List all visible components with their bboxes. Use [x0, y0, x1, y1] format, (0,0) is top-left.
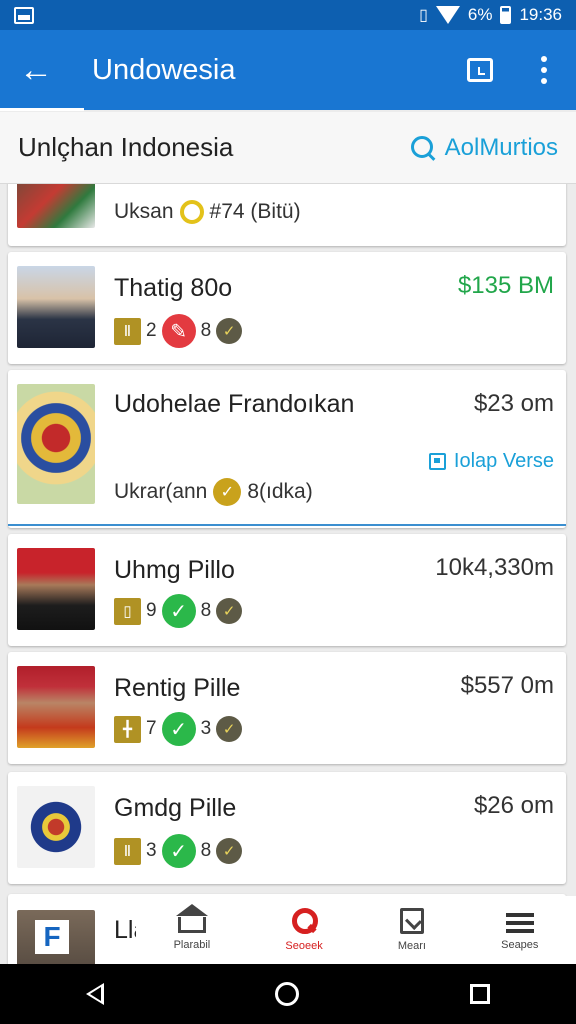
- item-price: $23 om: [473, 390, 554, 417]
- list-item-expanded[interactable]: Udohelae Frandoıkan $23 om Iolap Verse U…: [8, 370, 566, 528]
- battery-percent: 6%: [467, 5, 493, 24]
- image-notification-icon: [14, 6, 34, 24]
- item-price: $135 BM: [457, 272, 554, 299]
- item-name: Gmdg Pille: [114, 794, 237, 822]
- update-label: Iolap Verse: [453, 450, 554, 472]
- home-icon: [175, 904, 208, 933]
- search-icon: [410, 135, 435, 160]
- update-icon: [428, 453, 446, 470]
- badge-count-a: 2: [146, 320, 157, 341]
- list-item[interactable]: Thatig 80o $135 BM Ⅱ 2 ✎ 8 ✓: [8, 252, 566, 364]
- avatar: [17, 266, 95, 348]
- home-circle-icon[interactable]: [274, 982, 299, 1006]
- bottom-navigation: Plarabil Seoeek Mearı Seapes: [136, 896, 576, 964]
- nav-home-label: Plarabil: [173, 939, 211, 951]
- update-version-link[interactable]: Iolap Verse: [428, 450, 554, 473]
- badge-count-b: 3: [200, 718, 212, 739]
- item-name: Rentig Pille: [114, 674, 241, 702]
- item-list[interactable]: Uksan #74 (Bitü) Thatig 80o $135 BM Ⅱ 2 …: [0, 184, 576, 964]
- check-circle-icon[interactable]: ✓: [161, 834, 196, 868]
- nav-menu[interactable]: Seapes: [501, 910, 538, 951]
- open-in-icon: [467, 58, 493, 82]
- vibrate-icon: ▯: [419, 7, 428, 24]
- badge-count-b: 8: [200, 320, 212, 341]
- item-name: Udohelae Frandoıkan: [114, 390, 355, 418]
- badge-count-b: 8: [200, 840, 212, 861]
- tab-indicator: [0, 108, 84, 111]
- search-action-button[interactable]: AolMurtios: [410, 133, 558, 162]
- category-icon: Ⅱ: [114, 317, 141, 345]
- item-name: Thatig 80o: [114, 274, 233, 302]
- nav-menu-label: Seapes: [501, 938, 539, 951]
- avatar: [17, 184, 95, 228]
- emblem-image: [17, 384, 95, 504]
- category-icon: ╋: [114, 715, 141, 743]
- nav-search-label: Seoeek: [285, 940, 323, 952]
- clock: 19:36: [519, 5, 562, 24]
- app-bar: ← Undowesia: [0, 30, 576, 110]
- check-circle-icon[interactable]: ✓: [161, 712, 196, 746]
- check-badge-icon: ✓: [216, 716, 243, 742]
- list-item[interactable]: Uhmg Pillo 10k4,330m ▯ 9 ✓ 8 ✓: [8, 534, 566, 646]
- check-circle-icon: ✓: [213, 478, 242, 506]
- nav-saved[interactable]: Mearı: [398, 908, 426, 952]
- emblem-image: [17, 786, 95, 868]
- section-title: Unlçhan Indonesia: [18, 132, 234, 162]
- share-button[interactable]: [448, 58, 512, 82]
- badge-count-a: 3: [146, 840, 157, 861]
- check-circle-icon[interactable]: ✓: [161, 594, 196, 628]
- rating-ring-icon: [179, 200, 204, 224]
- bookmark-icon: [399, 908, 424, 934]
- back-triangle-icon[interactable]: [85, 983, 104, 1005]
- check-badge-icon: ✓: [216, 838, 243, 864]
- brand-logo: F: [35, 920, 69, 954]
- item-price: 10k4,330m: [435, 554, 554, 581]
- nav-home[interactable]: Plarabil: [173, 904, 211, 951]
- recents-square-icon[interactable]: [470, 984, 491, 1004]
- badge-count-a: 9: [146, 600, 157, 621]
- badge-count-b: 8: [200, 600, 212, 621]
- system-nav-bar: [0, 964, 576, 1024]
- app-title: Undowesia: [92, 53, 236, 86]
- list-item[interactable]: Gmdg Pille $26 om Ⅱ 3 ✓ 8 ✓: [8, 772, 566, 884]
- item-price: $557 0m: [460, 672, 554, 699]
- more-vert-icon: [541, 56, 547, 84]
- avatar: F: [17, 910, 95, 964]
- category-icon: Ⅱ: [114, 837, 141, 865]
- badge-count-a: 7: [146, 718, 157, 739]
- back-arrow-icon[interactable]: ←: [0, 53, 72, 87]
- selection-divider: [8, 524, 566, 526]
- category-icon: ▯: [114, 597, 141, 625]
- avatar: [17, 548, 95, 630]
- section-header: Unlçhan Indonesia AolMurtios: [0, 112, 576, 184]
- item-subtitle: Ukrar(ann: [114, 480, 208, 503]
- wifi-icon: [435, 6, 460, 24]
- check-badge-icon: ✓: [216, 318, 243, 344]
- list-item[interactable]: Uksan #74 (Bitü): [8, 184, 566, 246]
- search-icon: [290, 908, 319, 934]
- overflow-menu-button[interactable]: [512, 56, 576, 84]
- avatar: [17, 666, 95, 748]
- item-subtitle: Uksan: [114, 200, 174, 223]
- item-name: Uhmg Pillo: [114, 556, 235, 584]
- item-price: $26 om: [473, 792, 554, 819]
- status-bar: ▯ 6% 19:36: [0, 0, 576, 30]
- nav-search[interactable]: Seoeek: [285, 908, 323, 952]
- nav-saved-label: Mearı: [397, 940, 426, 952]
- battery-icon: [500, 6, 512, 24]
- edit-icon[interactable]: ✎: [161, 314, 196, 348]
- check-badge-icon: ✓: [216, 598, 243, 624]
- menu-icon: [505, 912, 534, 933]
- item-subtitle-extra: #74 (Bitü): [209, 200, 301, 223]
- list-item[interactable]: Rentig Pille $557 0m ╋ 7 ✓ 3 ✓: [8, 652, 566, 764]
- search-action-label: AolMurtios: [444, 133, 558, 161]
- item-subtitle-extra: 8(ıdka): [247, 480, 313, 503]
